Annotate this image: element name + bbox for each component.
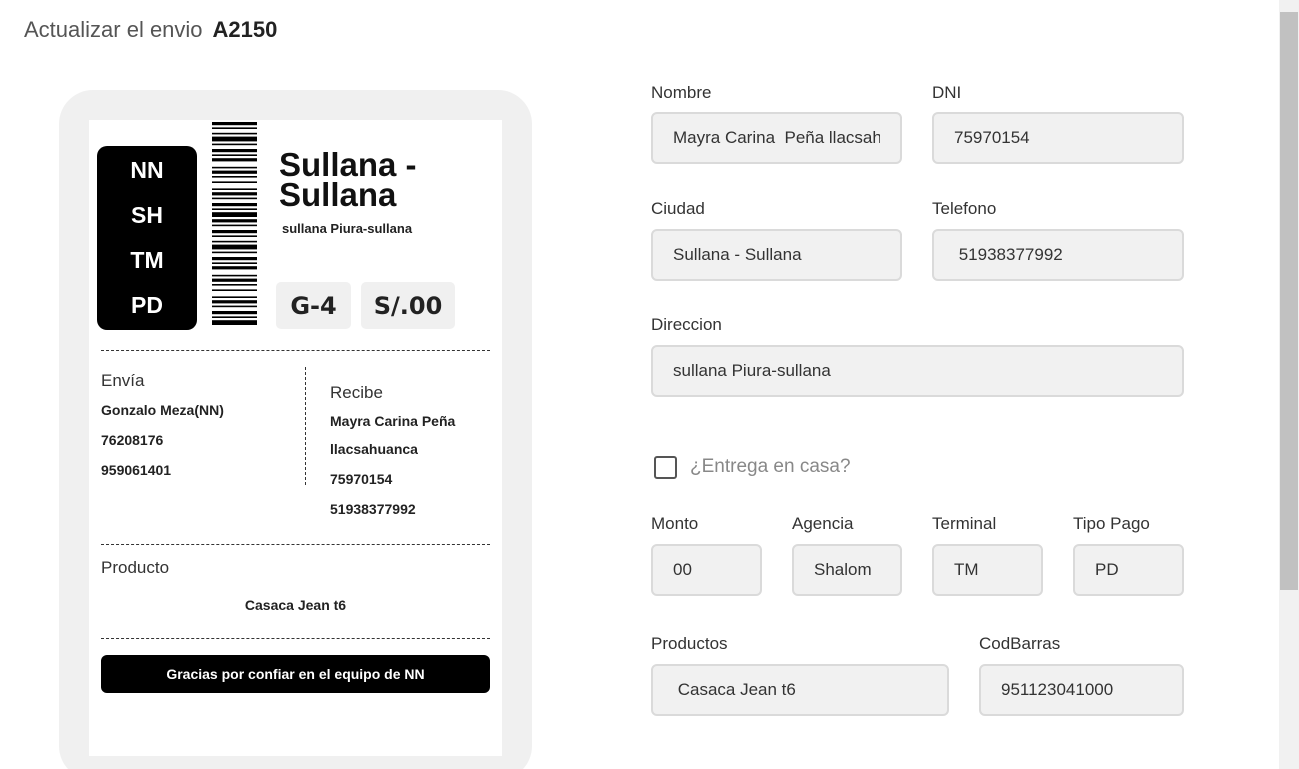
- productos-input[interactable]: [651, 664, 949, 716]
- barcode: [212, 122, 257, 325]
- label-city-title: Sullana - Sullana: [279, 146, 417, 213]
- ciudad-input[interactable]: [651, 229, 902, 281]
- route-code: TM: [130, 247, 164, 273]
- vertical-divider: [305, 367, 306, 485]
- entrega-checkbox[interactable]: [654, 456, 677, 479]
- codbarras-input[interactable]: [979, 664, 1184, 716]
- divider: [101, 350, 490, 351]
- telefono-label: Telefono: [932, 199, 997, 218]
- receiver-name-cont: llacsahuanca: [330, 441, 418, 457]
- page-title-prefix: Actualizar el envio: [24, 17, 203, 42]
- shipment-code: A2150: [212, 17, 278, 42]
- page-title: Actualizar el envio A2150: [24, 17, 277, 43]
- receiver-phone: 51938377992: [330, 501, 416, 517]
- direccion-input[interactable]: [651, 345, 1184, 397]
- terminal-input[interactable]: [932, 544, 1043, 596]
- divider: [101, 544, 490, 545]
- monto-label: Monto: [651, 514, 699, 533]
- monto-input[interactable]: [651, 544, 762, 596]
- agencia-input[interactable]: [792, 544, 902, 596]
- direccion-label: Direccion: [651, 315, 722, 334]
- codbarras-label: CodBarras: [979, 634, 1061, 653]
- product-heading: Producto: [101, 558, 170, 577]
- sender-dni: 76208176: [101, 432, 164, 448]
- tipo-pago-input[interactable]: [1073, 544, 1184, 596]
- route-code: NN: [130, 157, 164, 183]
- agencia-label: Agencia: [792, 514, 854, 533]
- sender-heading: Envía: [101, 371, 145, 390]
- sender-phone: 959061401: [101, 462, 172, 478]
- scrollbar-thumb[interactable]: [1280, 12, 1298, 590]
- productos-label: Productos: [651, 634, 728, 653]
- amount-badge: S/.00: [361, 282, 455, 329]
- dni-input[interactable]: [932, 112, 1184, 164]
- divider: [101, 638, 490, 639]
- tipo-pago-label: Tipo Pago: [1073, 514, 1150, 533]
- route-code: PD: [131, 292, 163, 318]
- route-code-box: NN SH TM PD: [97, 146, 197, 330]
- nombre-input[interactable]: [651, 112, 902, 164]
- telefono-input[interactable]: [932, 229, 1184, 281]
- nombre-label: Nombre: [651, 83, 712, 102]
- thanks-banner: Gracias por confiar en el equipo de NN: [101, 655, 490, 693]
- ciudad-label: Ciudad: [651, 199, 705, 218]
- receiver-name: Mayra Carina Peña: [330, 413, 456, 429]
- entrega-label[interactable]: ¿Entrega en casa?: [690, 456, 851, 478]
- receiver-heading: Recibe: [330, 383, 383, 402]
- product-value: Casaca Jean t6: [244, 597, 347, 613]
- receiver-dni: 75970154: [330, 471, 393, 487]
- sender-name: Gonzalo Meza(NN): [101, 402, 224, 418]
- terminal-label: Terminal: [932, 514, 997, 533]
- label-city-address: sullana Piura-sullana: [282, 221, 413, 236]
- dni-label: DNI: [932, 83, 962, 102]
- route-code: SH: [131, 202, 163, 228]
- group-badge: G-4: [276, 282, 351, 329]
